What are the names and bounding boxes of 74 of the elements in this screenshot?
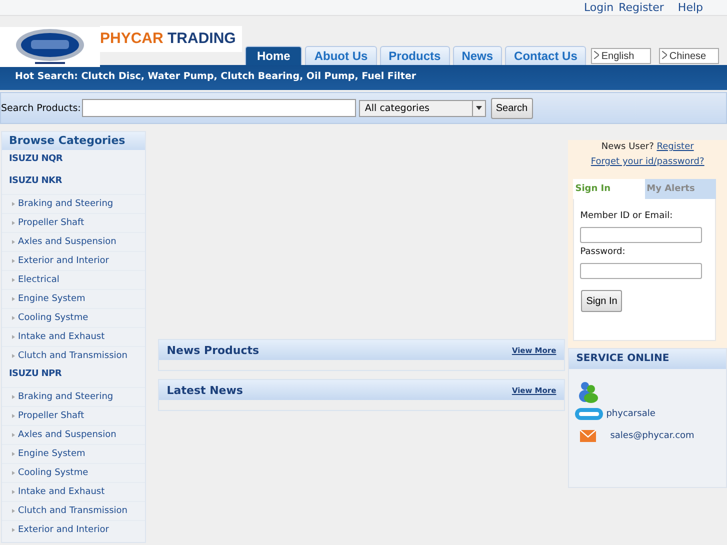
panel-title: Latest News [166,384,243,396]
bullet-icon [12,509,15,513]
category-item[interactable]: Axles and Suspension [18,237,116,247]
contact-text: phycarsale [606,409,656,419]
category-item[interactable]: Intake and Exhaust [18,487,105,497]
category-item[interactable]: Clutch and Transmission [18,506,128,516]
nav-tab[interactable]: Products [380,46,450,65]
category-dropdown[interactable]: All categories [358,100,486,116]
register-link[interactable]: Register [618,0,664,15]
bullet-icon [12,528,15,532]
bullet-icon [12,316,15,320]
forgot-password-link[interactable]: Forget your id/password? [590,157,704,167]
bullet-icon [12,433,15,437]
sign-in-button[interactable]: Sign In [581,290,622,312]
chevron-icon [662,50,668,58]
panel-title: News Products [166,344,260,356]
login-link[interactable]: Login [584,0,614,15]
member-id-field[interactable] [580,226,702,242]
messenger-icon[interactable] [577,381,600,403]
bullet-icon [12,335,15,339]
nav-tab[interactable]: News [452,46,502,65]
sidebar-title: Browse Categories [2,132,145,150]
bullet-icon [12,354,15,358]
bullet-icon [12,202,15,206]
category-item[interactable]: Braking and Steering [18,392,114,402]
search-label: Search Products: [1,102,81,114]
chat-bubble-icon[interactable] [575,407,604,421]
register-link[interactable]: Register [656,142,694,152]
category-heading[interactable]: ISUZU NKR [2,172,145,194]
envelope-icon[interactable] [580,430,596,442]
category-item[interactable]: Engine System [18,449,86,459]
nav-tab[interactable]: Abuot Us [305,46,377,65]
bullet-icon [12,395,15,399]
bullet-icon [12,471,15,475]
category-item[interactable]: Exterior and Interior [18,525,109,535]
bullet-icon [12,414,15,418]
chevron-icon [594,50,600,58]
hot-search-text: Hot Search: Clutch Disc, Water Pump, Clutch Bearing, Oil Pump, Fuel Filter [15,71,416,82]
new-user-text: News User? [601,142,654,152]
search-button[interactable]: Search [490,98,533,118]
category-item[interactable]: Engine System [18,294,86,304]
bullet-icon [12,259,15,263]
category-item[interactable]: Propeller Shaft [18,411,84,421]
password-field[interactable] [580,262,702,278]
brand-name: PHYCAR TRADING [100,26,242,52]
logo-icon [15,27,85,67]
bullet-icon [12,297,15,301]
bullet-icon [12,490,15,494]
category-item[interactable]: Clutch and Transmission [18,351,128,361]
bullet-icon [12,221,15,225]
category-heading[interactable]: ISUZU NQR [2,150,145,172]
category-item[interactable]: Exterior and Interior [18,256,109,266]
member-id-label: Member ID or Email: [580,211,674,221]
category-item[interactable]: Intake and Exhaust [18,332,105,342]
nav-tab[interactable]: Contact Us [505,46,586,65]
password-label: Password: [580,247,626,257]
bullet-icon [12,452,15,456]
category-item[interactable]: Cooling Systme [18,468,88,478]
category-item[interactable]: Cooling Systme [18,313,88,323]
bullet-icon [12,240,15,244]
contact-text: sales@phycar.com [610,431,694,441]
category-heading[interactable]: ISUZU NPR [2,365,145,387]
search-field[interactable] [82,99,356,117]
language-button[interactable]: Chinese [659,48,720,64]
service-title: SERVICE ONLINE [569,349,726,369]
help-link[interactable]: Help [678,0,703,15]
bullet-icon [12,278,15,282]
category-item[interactable]: Propeller Shaft [18,218,84,228]
dropdown-arrow-icon [476,106,482,110]
category-item[interactable]: Electrical [18,275,60,285]
nav-tab[interactable]: Home [245,46,302,65]
category-item[interactable]: Axles and Suspension [18,430,116,440]
language-button[interactable]: English [591,48,652,64]
category-item[interactable]: Braking and Steering [18,199,114,209]
